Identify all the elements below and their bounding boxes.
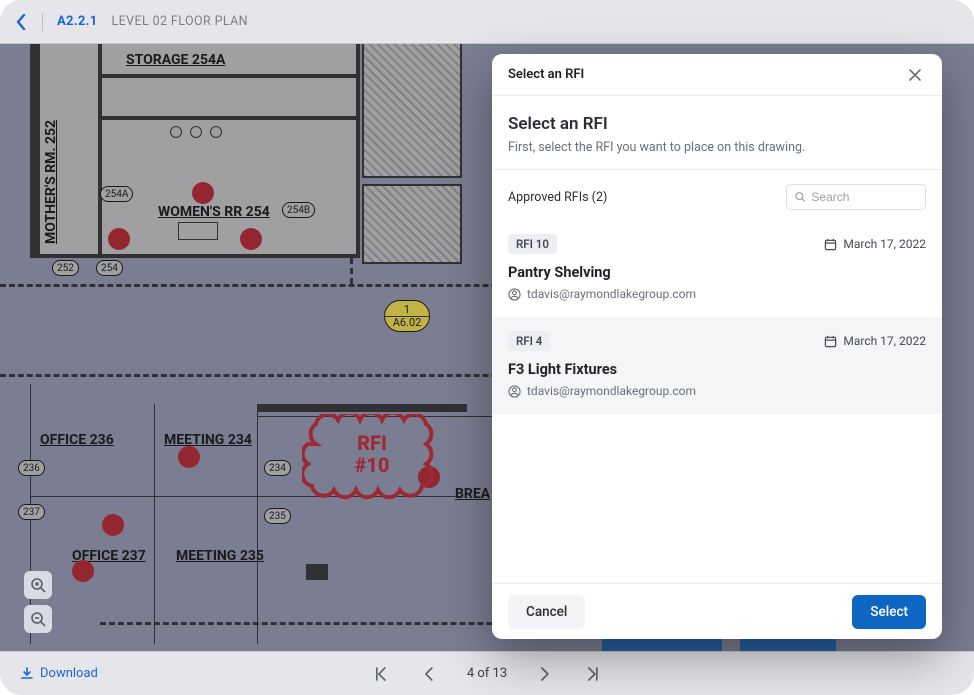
door-tag: 254B <box>282 202 315 218</box>
titlebar: A2.2.1 LEVEL 02 FLOOR PLAN <box>0 0 974 44</box>
modal-title: Select an RFI <box>508 114 926 134</box>
calendar-icon <box>824 335 837 348</box>
zoom-in-icon <box>30 577 46 593</box>
approved-count-label: Approved RFIs (2) <box>508 190 607 205</box>
rfi-list-item[interactable]: RFI 4 March 17, 2022 F3 Light Fixtures t… <box>492 317 942 414</box>
rfi-stamp[interactable]: RFI #10 <box>334 432 410 476</box>
issue-marker[interactable] <box>102 514 124 536</box>
room-label: WOMEN'S RR 254 <box>158 204 270 220</box>
zoom-out-icon <box>30 611 46 627</box>
door-tag: 235 <box>264 508 291 524</box>
document-title: LEVEL 02 FLOOR PLAN <box>111 14 248 29</box>
search-icon <box>795 191 805 203</box>
select-rfi-modal: Select an RFI Select an RFI First, selec… <box>492 54 942 639</box>
modal-header-title: Select an RFI <box>508 67 584 82</box>
last-page-icon <box>585 666 601 682</box>
rfi-list: RFI 10 March 17, 2022 Pantry Shelving td… <box>492 220 942 583</box>
close-icon <box>909 69 921 81</box>
modal-close-button[interactable] <box>904 64 926 86</box>
document-id[interactable]: A2.2.1 <box>57 14 97 29</box>
rfi-badge: RFI 4 <box>508 331 550 351</box>
user-icon <box>508 385 521 398</box>
issue-marker[interactable] <box>108 228 130 250</box>
detail-callout-top: 1 <box>385 303 429 316</box>
door-tag: 236 <box>18 460 45 476</box>
rfi-item-user: tdavis@raymondlakegroup.com <box>508 287 926 301</box>
door-tag: 252 <box>52 260 79 276</box>
rfi-user-text: tdavis@raymondlakegroup.com <box>527 384 696 398</box>
modal-body: Select an RFI First, select the RFI you … <box>492 96 942 583</box>
prev-page-button[interactable] <box>419 664 439 684</box>
issue-marker[interactable] <box>240 228 262 250</box>
cancel-button[interactable]: Cancel <box>508 595 585 629</box>
room-label: OFFICE 236 <box>40 432 114 448</box>
user-icon <box>508 288 521 301</box>
modal-subtitle: First, select the RFI you want to place … <box>508 140 926 155</box>
rfi-date-text: March 17, 2022 <box>843 334 926 348</box>
rfi-item-title: F3 Light Fixtures <box>508 361 926 378</box>
search-input-wrap[interactable] <box>786 184 926 210</box>
door-tag: 254A <box>100 186 133 202</box>
modal-filter-row: Approved RFIs (2) <box>492 170 942 220</box>
rfi-stamp-line1: RFI <box>334 432 410 454</box>
first-page-button[interactable] <box>371 664 391 684</box>
back-button[interactable] <box>14 12 28 32</box>
zoom-out-button[interactable] <box>24 605 52 633</box>
detail-callout-label: A6.02 <box>385 316 429 329</box>
rfi-list-item[interactable]: RFI 10 March 17, 2022 Pantry Shelving td… <box>492 220 942 317</box>
room-label: MOTHER'S RM. 252 <box>43 120 59 244</box>
zoom-in-button[interactable] <box>24 571 52 599</box>
download-button[interactable]: Download <box>20 666 98 681</box>
rfi-user-text: tdavis@raymondlakegroup.com <box>527 287 696 301</box>
rfi-stamp-line2: #10 <box>334 454 410 476</box>
room-label: MEETING 234 <box>164 432 252 448</box>
room-label: BREA <box>455 486 490 502</box>
modal-header: Select an RFI <box>492 54 942 96</box>
rfi-item-user: tdavis@raymondlakegroup.com <box>508 384 926 398</box>
pager: 4 of 13 <box>371 664 603 684</box>
prev-page-icon <box>422 666 436 682</box>
rfi-date: March 17, 2022 <box>824 334 926 348</box>
download-icon <box>20 667 34 681</box>
first-page-icon <box>373 666 389 682</box>
chevron-left-icon <box>16 14 26 30</box>
next-page-icon <box>538 666 552 682</box>
last-page-button[interactable] <box>583 664 603 684</box>
room-label: MEETING 235 <box>176 548 264 564</box>
door-tag: 234 <box>264 460 291 476</box>
rfi-date-text: March 17, 2022 <box>843 237 926 251</box>
room-label: STORAGE 254A <box>126 52 225 68</box>
search-input[interactable] <box>811 190 917 204</box>
door-tag: 254 <box>96 260 123 276</box>
issue-marker[interactable] <box>178 446 200 468</box>
issue-marker[interactable] <box>72 560 94 582</box>
next-page-button[interactable] <box>535 664 555 684</box>
select-button[interactable]: Select <box>852 595 926 629</box>
title-divider <box>42 13 43 31</box>
app-frame: A2.2.1 LEVEL 02 FLOOR PLAN STORAGE 253A … <box>0 0 974 695</box>
issue-marker[interactable] <box>192 182 214 204</box>
rfi-date: March 17, 2022 <box>824 237 926 251</box>
modal-footer: Cancel Select <box>492 583 942 639</box>
download-label: Download <box>40 666 98 681</box>
page-indicator: 4 of 13 <box>467 666 507 681</box>
calendar-icon <box>824 238 837 251</box>
rfi-badge: RFI 10 <box>508 234 557 254</box>
door-tag: 237 <box>18 504 45 520</box>
modal-intro: Select an RFI First, select the RFI you … <box>492 96 942 170</box>
footer: Download 4 of 13 <box>0 651 974 695</box>
rfi-item-title: Pantry Shelving <box>508 264 926 281</box>
